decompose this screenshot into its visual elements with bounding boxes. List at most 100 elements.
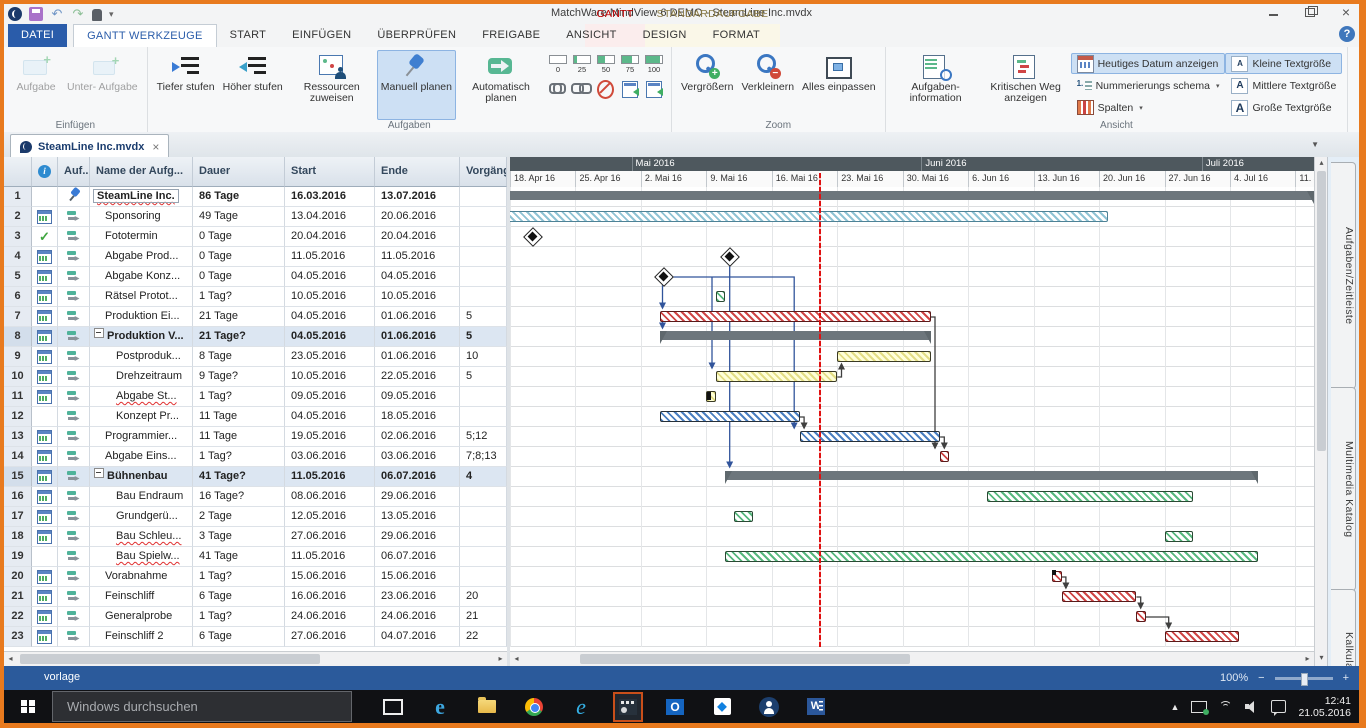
row-number[interactable]: 2 <box>4 207 32 227</box>
cell-vorg[interactable]: 5;12 <box>460 427 507 447</box>
start-button[interactable] <box>4 690 52 723</box>
tab-datei[interactable]: DATEI <box>8 24 67 47</box>
critical-path-button[interactable]: Kritischen Weg anzeigen <box>981 50 1071 120</box>
cell-dauer[interactable]: 3 Tage <box>193 527 285 547</box>
cell-ende[interactable]: 29.06.2016 <box>375 487 460 507</box>
indent-button[interactable]: Tiefer stufen <box>153 50 219 120</box>
tab-start[interactable]: START <box>217 24 280 47</box>
column-header-name[interactable]: Name der Aufg... <box>90 157 193 187</box>
progress-0-button[interactable]: 0 <box>549 55 567 74</box>
scroll-right-icon[interactable]: ▸ <box>1301 653 1314 665</box>
row-number[interactable]: 4 <box>4 247 32 267</box>
row-number[interactable]: 20 <box>4 567 32 587</box>
cell-vorg[interactable] <box>460 187 507 207</box>
table-row[interactable]: 19Bau Spielw...41 Tage11.05.201606.07.20… <box>4 547 507 567</box>
column-header-dauer[interactable]: Dauer <box>193 157 285 187</box>
cell-auf[interactable] <box>58 607 90 627</box>
cell-info[interactable] <box>32 627 58 647</box>
cell-task-name[interactable]: Produktion Ei... <box>90 307 193 327</box>
cell-task-name[interactable]: Konzept Pr... <box>90 407 193 427</box>
cell-vorg[interactable] <box>460 247 507 267</box>
table-row[interactable]: 12Konzept Pr...11 Tage04.05.201618.05.20… <box>4 407 507 427</box>
table-row[interactable]: 4Abgabe Prod...0 Tage11.05.201611.05.201… <box>4 247 507 267</box>
cell-info[interactable] <box>32 487 58 507</box>
cell-start[interactable]: 10.05.2016 <box>285 287 375 307</box>
cell-info[interactable] <box>32 507 58 527</box>
cell-auf[interactable] <box>58 347 90 367</box>
gantt-horizontal-scrollbar[interactable]: ◂ ▸ <box>510 651 1314 666</box>
cell-task-name[interactable]: Fototermin <box>90 227 193 247</box>
taskbar-app-internet-explorer[interactable]: e <box>566 692 596 722</box>
cell-ende[interactable]: 04.07.2016 <box>375 627 460 647</box>
row-number[interactable]: 8 <box>4 327 32 347</box>
table-row[interactable]: 1SteamLine Inc.86 Tage16.03.201613.07.20… <box>4 187 507 207</box>
cell-info[interactable] <box>32 307 58 327</box>
cell-dauer[interactable]: 2 Tage <box>193 507 285 527</box>
cell-vorg[interactable]: 4 <box>460 467 507 487</box>
cell-auf[interactable] <box>58 567 90 587</box>
text-small-button[interactable]: AKleine Textgröße <box>1225 53 1342 74</box>
cell-vorg[interactable]: 21 <box>460 607 507 627</box>
table-row[interactable]: 22Generalprobe1 Tag?24.06.201624.06.2016… <box>4 607 507 627</box>
cell-auf[interactable] <box>58 387 90 407</box>
columns-button[interactable]: Spalten▾ <box>1071 97 1226 118</box>
progress-75-button[interactable]: 75 <box>621 55 639 74</box>
cell-info[interactable] <box>32 527 58 547</box>
table-row[interactable]: 13Programmier...11 Tage19.05.201602.06.2… <box>4 427 507 447</box>
cell-dauer[interactable]: 1 Tag? <box>193 607 285 627</box>
cell-start[interactable]: 24.06.2016 <box>285 607 375 627</box>
row-number[interactable]: 7 <box>4 307 32 327</box>
row-number[interactable]: 10 <box>4 367 32 387</box>
table-row[interactable]: 11Abgabe St...1 Tag?09.05.201609.05.2016 <box>4 387 507 407</box>
cell-auf[interactable] <box>58 407 90 427</box>
table-row[interactable]: 21Feinschliff6 Tage16.06.201623.06.20162… <box>4 587 507 607</box>
cell-task-name[interactable]: Abgabe Eins... <box>90 447 193 467</box>
task-bar-blue[interactable] <box>660 411 800 422</box>
row-number[interactable]: 21 <box>4 587 32 607</box>
cell-task-name[interactable]: Abgabe Prod... <box>90 247 193 267</box>
cell-vorg[interactable]: 20 <box>460 587 507 607</box>
cell-auf[interactable] <box>58 427 90 447</box>
row-number[interactable]: 16 <box>4 487 32 507</box>
cell-task-name[interactable]: SteamLine Inc. <box>90 187 193 207</box>
task-bar-red[interactable] <box>940 451 949 462</box>
summary-bar[interactable] <box>725 471 1258 480</box>
cell-ende[interactable]: 02.06.2016 <box>375 427 460 447</box>
wifi-icon[interactable] <box>1219 701 1233 712</box>
cell-task-name[interactable]: Bau Spielw... <box>90 547 193 567</box>
cell-dauer[interactable]: 6 Tage <box>193 627 285 647</box>
cell-ende[interactable]: 24.06.2016 <box>375 607 460 627</box>
import-tasks-button[interactable] <box>621 80 639 98</box>
table-row[interactable]: 7Produktion Ei...21 Tage04.05.201601.06.… <box>4 307 507 327</box>
column-header-ende[interactable]: Ende <box>375 157 460 187</box>
cell-auf[interactable] <box>58 327 90 347</box>
table-row[interactable]: 8Produktion V...21 Tage?04.05.201601.06.… <box>4 327 507 347</box>
table-row[interactable]: 20Vorabnahme1 Tag?15.06.201615.06.2016 <box>4 567 507 587</box>
zoom-out-icon[interactable]: − <box>1258 672 1264 684</box>
cell-dauer[interactable]: 1 Tag? <box>193 387 285 407</box>
minimize-button[interactable] <box>1267 6 1281 18</box>
cell-task-name[interactable]: Bau Schleu... <box>90 527 193 547</box>
cell-auf[interactable] <box>58 467 90 487</box>
table-row[interactable]: 3✓Fototermin0 Tage20.04.201620.04.2016 <box>4 227 507 247</box>
cell-start[interactable]: 04.05.2016 <box>285 327 375 347</box>
cell-task-name[interactable]: Rätsel Protot... <box>90 287 193 307</box>
task-bar-cyan[interactable] <box>510 211 1108 222</box>
cell-info[interactable] <box>32 587 58 607</box>
tab-design[interactable]: DESIGN <box>630 24 700 47</box>
summary-bar[interactable] <box>660 331 931 340</box>
cell-auf[interactable] <box>58 447 90 467</box>
zoom-slider[interactable] <box>1275 677 1333 680</box>
cell-start[interactable]: 03.06.2016 <box>285 447 375 467</box>
cell-task-name[interactable]: Drehzeitraum <box>90 367 193 387</box>
cell-info[interactable] <box>32 287 58 307</box>
cell-start[interactable]: 15.06.2016 <box>285 567 375 587</box>
task-bar-green[interactable] <box>1165 531 1193 542</box>
row-number[interactable]: 18 <box>4 527 32 547</box>
table-row[interactable]: 9Postproduk...8 Tage23.05.201601.06.2016… <box>4 347 507 367</box>
cell-dauer[interactable]: 0 Tage <box>193 227 285 247</box>
taskbar-app-chrome[interactable] <box>519 692 549 722</box>
cell-ende[interactable]: 23.06.2016 <box>375 587 460 607</box>
cell-vorg[interactable] <box>460 527 507 547</box>
cell-info[interactable] <box>32 467 58 487</box>
